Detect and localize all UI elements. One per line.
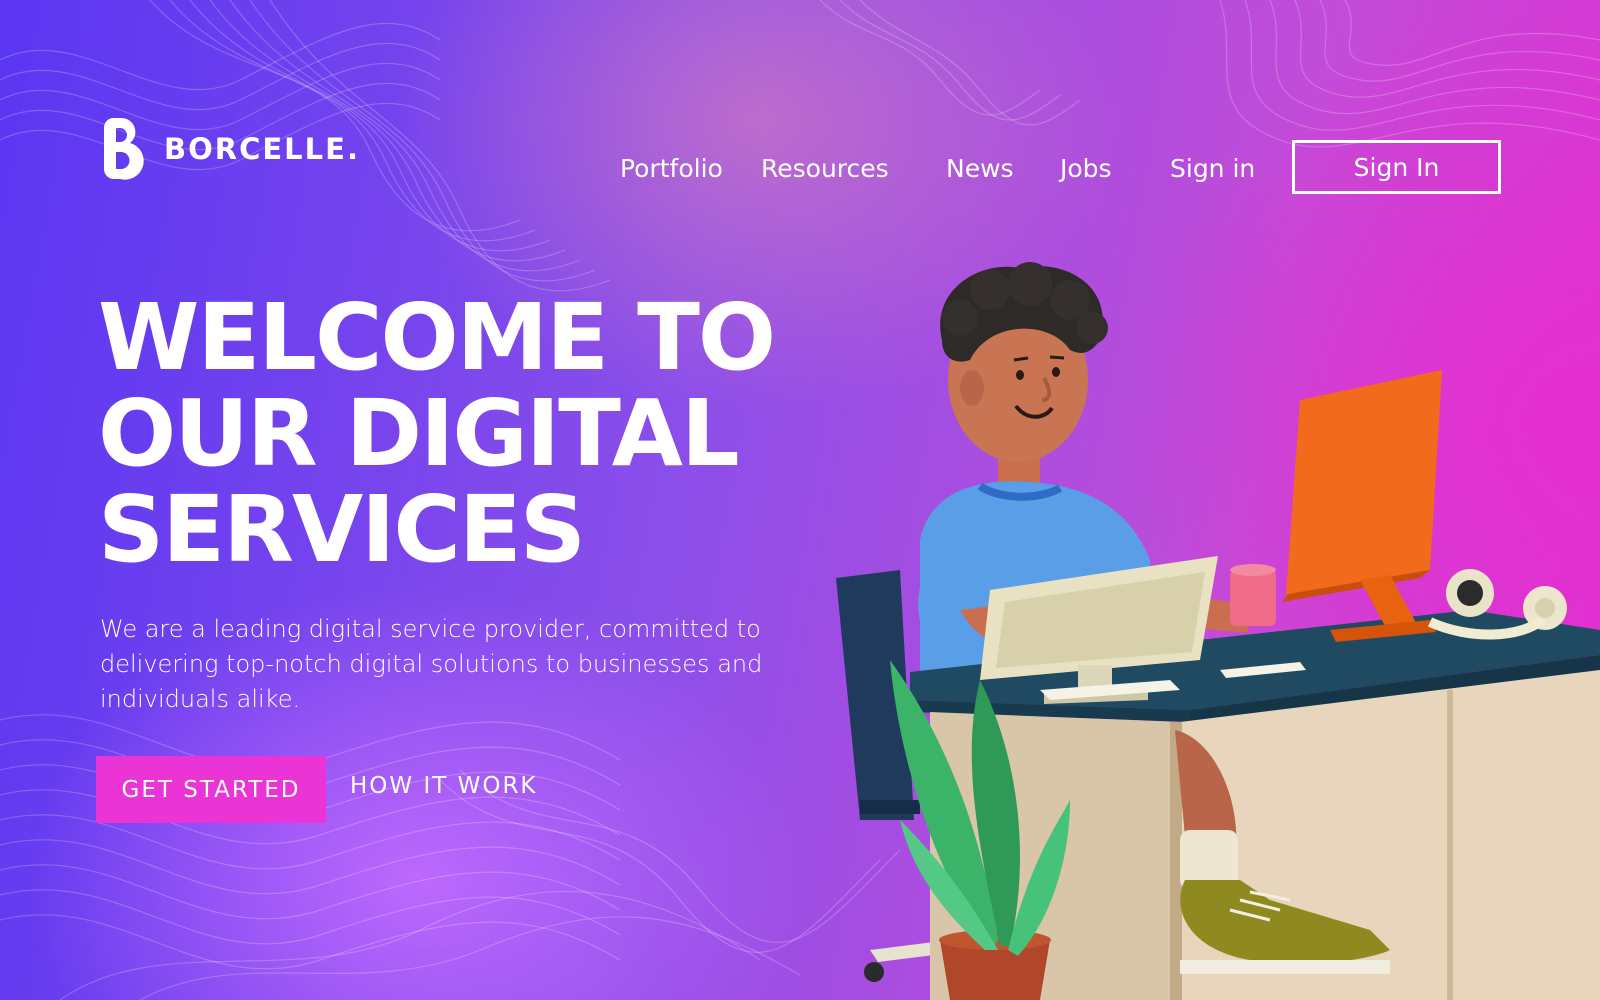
hero-title-line: WELCOME TO [98,284,776,391]
hero-title-line: OUR DIGITAL [98,380,740,487]
nav-item-resources[interactable]: Resources [761,154,889,183]
brand-logo[interactable]: BORCELLE. [100,114,360,184]
landing-page: BORCELLE. Portfolio Resources News Jobs … [0,0,1600,1000]
how-it-work-link[interactable]: HOW IT WORK [350,773,538,799]
brand-name: BORCELLE. [164,132,360,166]
sign-in-button[interactable]: Sign In [1292,140,1501,194]
nav-item-sign-in[interactable]: Sign in [1170,154,1255,183]
hero-title: WELCOME TO OUR DIGITAL SERVICES [98,290,818,578]
hero-description: We are a leading digital service provide… [100,615,763,713]
logo-b-icon [103,118,144,180]
nav-item-jobs[interactable]: Jobs [1060,154,1112,183]
hero-title-line: SERVICES [98,476,586,583]
get-started-button[interactable]: GET STARTED [96,756,326,823]
nav-item-news[interactable]: News [946,154,1014,183]
person-at-desk-illustration [836,262,1600,1000]
nav-item-portfolio[interactable]: Portfolio [620,154,723,183]
